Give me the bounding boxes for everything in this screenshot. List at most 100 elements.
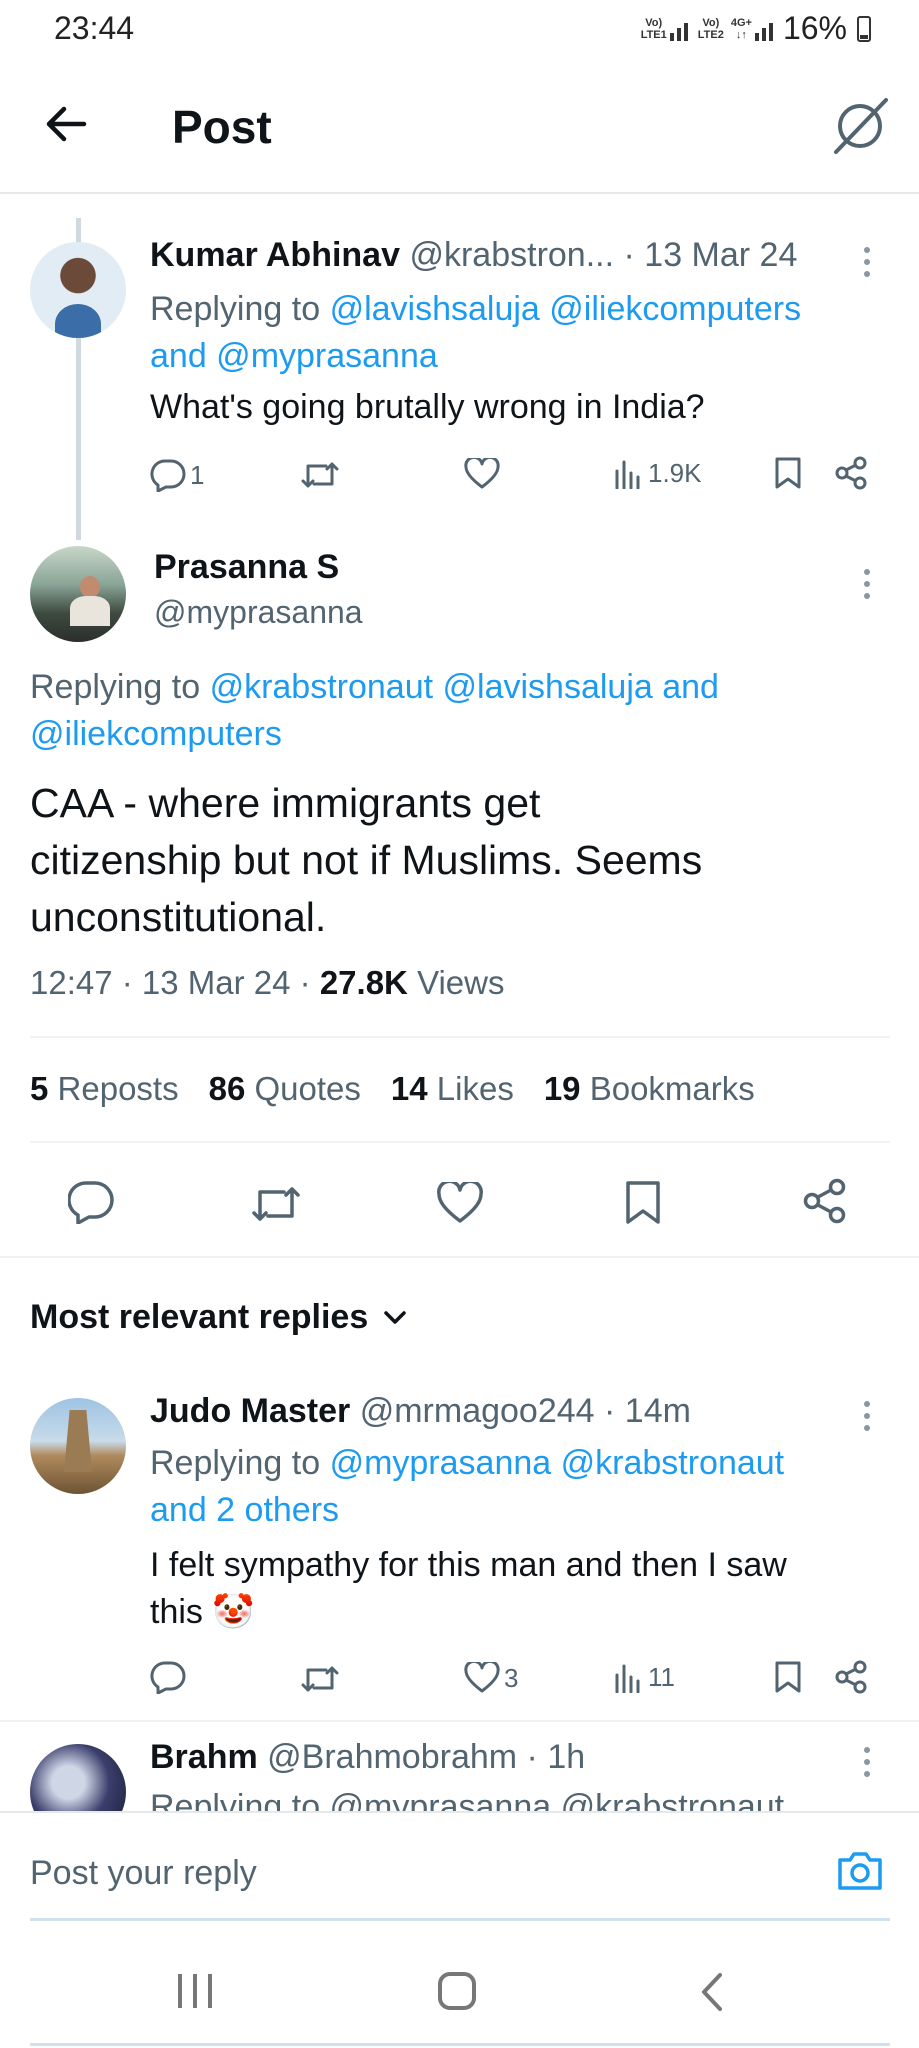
author-handle[interactable]: @krabstron... xyxy=(409,236,614,274)
author-handle[interactable]: @myprasanna xyxy=(154,594,363,631)
camera-button[interactable] xyxy=(836,1850,884,1892)
signal-sim1-icon: Vo) LTE1 xyxy=(641,17,688,41)
signal-sim2-icon: Vo) LTE2 4G+ ↓↑ xyxy=(698,17,773,41)
bookmark-button[interactable] xyxy=(774,1660,802,1694)
bookmark-button[interactable] xyxy=(774,456,802,490)
reply-button[interactable]: 1 xyxy=(150,458,204,492)
mention-links[interactable]: @myprasanna @krabstronaut xyxy=(330,1444,785,1482)
mention-links[interactable]: @lavishsaluja @iliekcomputers xyxy=(330,290,802,328)
replying-to: Replying to @krabstronaut @lavishsaluja … xyxy=(30,668,719,753)
reply-sort-dropdown[interactable]: Most relevant replies xyxy=(30,1298,408,1337)
more-vertical-icon xyxy=(864,1401,870,1431)
author-handle[interactable]: @Brahmobrahm xyxy=(267,1738,517,1776)
repost-icon xyxy=(301,462,339,488)
battery-percent: 16% xyxy=(782,10,847,46)
divider xyxy=(30,1141,890,1143)
nav-underline xyxy=(30,2043,890,2046)
author-name[interactable]: Brahm xyxy=(150,1738,258,1776)
reply-button[interactable] xyxy=(68,1180,114,1224)
bookmark-icon xyxy=(626,1181,660,1224)
more-options-button[interactable] xyxy=(862,246,872,278)
repost-button[interactable] xyxy=(300,458,340,492)
views-count: 27.8K xyxy=(319,964,408,1001)
nav-back-button[interactable] xyxy=(700,1972,724,2012)
stat-bookmarks[interactable]: 19 Bookmarks xyxy=(544,1070,755,1108)
share-button[interactable] xyxy=(802,1178,848,1224)
avatar[interactable] xyxy=(30,1744,126,1812)
share-button[interactable] xyxy=(834,456,868,490)
avatar[interactable] xyxy=(30,242,126,338)
header-divider xyxy=(0,192,919,194)
author-name[interactable]: Kumar Abhinav xyxy=(150,236,400,274)
repost-button[interactable] xyxy=(250,1182,302,1226)
tweet-time: · 1h xyxy=(526,1738,586,1776)
heart-icon xyxy=(464,1662,500,1693)
home-button[interactable] xyxy=(438,1972,476,2010)
camera-icon xyxy=(838,1852,882,1890)
like-button[interactable] xyxy=(436,1182,484,1224)
reply-icon xyxy=(150,459,186,492)
composer-underline xyxy=(30,1918,890,1921)
clown-emoji: 🤡 xyxy=(212,1593,255,1631)
repost-button[interactable] xyxy=(300,1662,340,1696)
grok-button[interactable] xyxy=(830,96,890,156)
divider xyxy=(0,1256,919,1258)
reply-input[interactable]: Post your reply xyxy=(30,1854,257,1893)
post-stats: 5 Reposts 86 Quotes 14 Likes 19 Bookmark… xyxy=(30,1070,755,1108)
mention-links[interactable]: and 2 others xyxy=(150,1491,339,1529)
tweet-actions: 1 1.9K xyxy=(150,454,870,496)
author-name[interactable]: Prasanna S xyxy=(154,548,339,587)
views-count: 11 xyxy=(648,1662,675,1692)
like-button[interactable]: 3 xyxy=(464,1662,518,1694)
stat-likes[interactable]: 14 Likes xyxy=(391,1070,514,1108)
tweet-time: · 14m xyxy=(604,1392,691,1430)
back-button[interactable] xyxy=(44,104,88,144)
post-text: CAA - where immigrants get citizenship b… xyxy=(30,780,703,940)
reply-sort-label: Most relevant replies xyxy=(30,1298,369,1336)
reply-button[interactable] xyxy=(150,1660,186,1694)
avatar[interactable] xyxy=(30,546,126,642)
views-label: Views xyxy=(417,964,505,1001)
more-options-button[interactable] xyxy=(862,568,872,600)
tweet-text: What's going brutally wrong in India? xyxy=(150,388,705,426)
more-options-button[interactable] xyxy=(862,1400,872,1432)
views-button[interactable]: 11 xyxy=(614,1662,675,1693)
stat-reposts[interactable]: 5 Reposts xyxy=(30,1070,179,1108)
analytics-icon xyxy=(615,460,640,489)
author-handle[interactable]: @mrmagoo244 xyxy=(360,1392,595,1430)
share-icon xyxy=(803,1178,846,1224)
tweet-text: I felt sympathy for this man and then I … xyxy=(150,1546,787,1631)
heart-icon xyxy=(437,1182,483,1223)
reply-icon xyxy=(150,1661,186,1694)
replying-to: Replying to @myprasanna @krabstronaut an… xyxy=(150,1444,785,1529)
mention-links[interactable]: and @myprasanna xyxy=(150,337,438,375)
tweet-actions: 3 11 xyxy=(150,1658,870,1700)
reply-count: 1 xyxy=(190,459,205,490)
post-meta: 12:47 · 13 Mar 24 · 27.8K Views xyxy=(30,964,505,1002)
tweet-header: Kumar Abhinav @krabstron... · 13 Mar 24 xyxy=(150,236,840,275)
reply-item-partial[interactable]: Brahm @Brahmobrahm · 1h Replying to @myp… xyxy=(0,1722,919,1812)
bookmark-button[interactable] xyxy=(624,1180,662,1226)
tweet-date: · 13 Mar 24 xyxy=(623,236,798,274)
chevron-left-icon xyxy=(702,1973,722,2011)
avatar[interactable] xyxy=(30,1398,126,1494)
like-button[interactable] xyxy=(464,458,500,490)
reply-icon xyxy=(68,1181,114,1224)
repost-icon xyxy=(252,1187,300,1221)
more-vertical-icon xyxy=(864,247,870,277)
post-timestamp: 12:47 · 13 Mar 24 · xyxy=(30,964,311,1001)
more-options-button[interactable] xyxy=(862,1746,872,1778)
more-vertical-icon xyxy=(864,1747,870,1777)
page-title: Post xyxy=(172,101,272,153)
recent-apps-button[interactable] xyxy=(178,1974,212,2008)
tweet-header: Brahm @Brahmobrahm · 1h xyxy=(150,1738,850,1777)
tweet-header: Judo Master @mrmagoo244 · 14m xyxy=(150,1392,850,1431)
mention-links[interactable]: @iliekcomputers xyxy=(30,715,282,753)
status-icons: Vo) LTE1 Vo) LTE2 4G+ ↓↑ 16% xyxy=(641,10,871,47)
mention-links[interactable]: @krabstronaut @lavishsaluja and xyxy=(210,668,719,706)
arrow-left-icon xyxy=(46,106,87,142)
stat-quotes[interactable]: 86 Quotes xyxy=(209,1070,361,1108)
share-button[interactable] xyxy=(834,1660,868,1694)
author-name[interactable]: Judo Master xyxy=(150,1392,350,1430)
views-button[interactable]: 1.9K xyxy=(614,458,702,489)
